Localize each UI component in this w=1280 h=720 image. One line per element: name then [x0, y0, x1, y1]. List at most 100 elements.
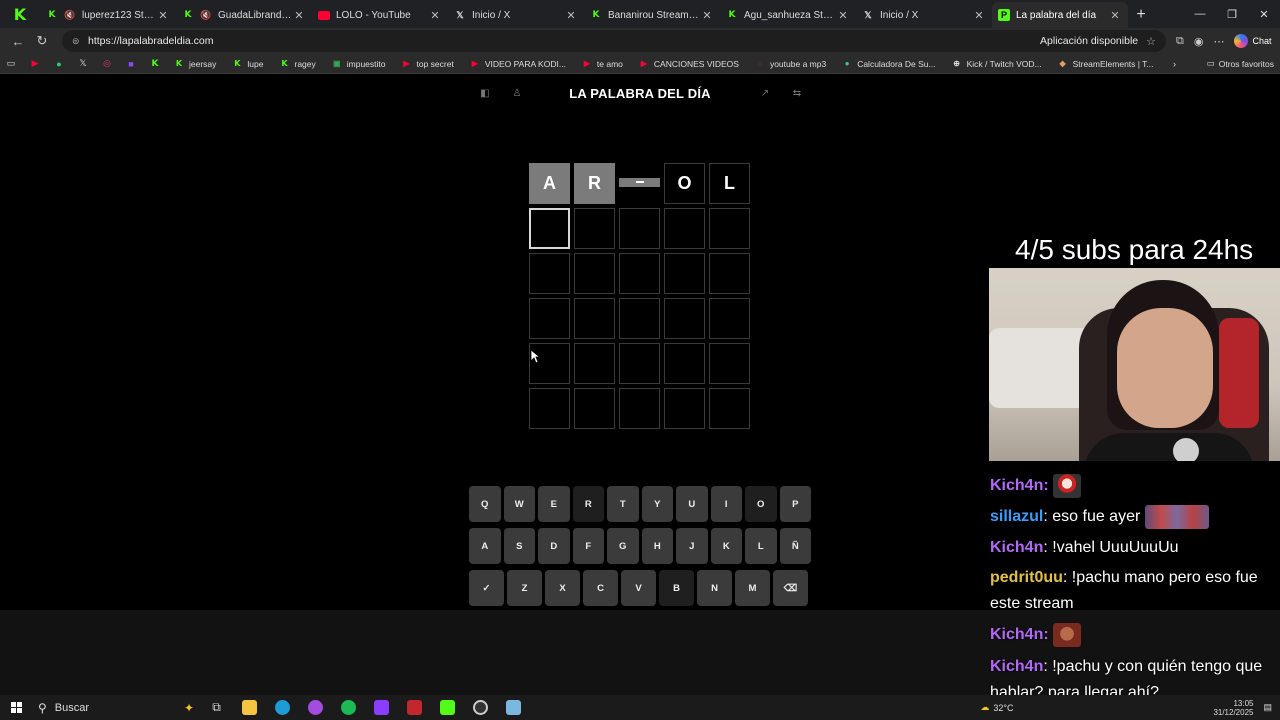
other-bookmarks[interactable]: ▭ Otros favoritos — [1207, 58, 1274, 69]
enter-key[interactable]: ✓ — [469, 570, 504, 606]
task-view-icon[interactable]: ⧉ — [200, 695, 233, 720]
canva-icon[interactable] — [365, 695, 398, 720]
key-a[interactable]: A — [469, 528, 501, 564]
tab-1[interactable]: K🔇GuadaLibrandi Stream✕ — [176, 2, 312, 28]
key-r[interactable]: R — [572, 486, 604, 522]
settings-icon[interactable]: ⇆ — [790, 86, 804, 100]
key-m[interactable]: M — [735, 570, 770, 606]
back-icon[interactable]: ← — [6, 29, 30, 53]
key-p[interactable]: P — [779, 486, 811, 522]
new-tab-button[interactable]: + — [1128, 2, 1154, 28]
start-button[interactable] — [0, 695, 32, 720]
bookmark-item[interactable]: Kjeersay — [174, 59, 217, 69]
close-tab-icon[interactable]: ✕ — [972, 9, 986, 22]
close-tab-icon[interactable]: ✕ — [564, 9, 578, 22]
bookmark-item[interactable]: Klupe — [232, 59, 263, 69]
close-tab-icon[interactable]: ✕ — [700, 9, 714, 22]
key-c[interactable]: C — [583, 570, 618, 606]
key-j[interactable]: J — [676, 528, 708, 564]
app-icon[interactable] — [497, 695, 530, 720]
key-d[interactable]: D — [538, 528, 570, 564]
copilot-chat-button[interactable]: Chat — [1234, 34, 1271, 48]
key-i[interactable]: I — [710, 486, 742, 522]
bookmark-item[interactable]: ● Calculadora De Su... — [842, 59, 936, 69]
key-l[interactable]: L — [745, 528, 777, 564]
key-e[interactable]: E — [538, 486, 570, 522]
close-tab-icon[interactable]: ✕ — [1108, 9, 1122, 22]
bookmark-folder-icon[interactable]: ▭ — [6, 58, 16, 69]
bookmark-item[interactable]: ▶ VIDEO PARA KODI... — [470, 59, 566, 69]
bookmark-item[interactable]: ◆ StreamElements | T... — [1058, 59, 1154, 69]
profile-icon[interactable]: ◉ — [1194, 35, 1204, 48]
bookmark-whatsapp-icon[interactable]: ● — [54, 59, 64, 69]
key-x[interactable]: X — [545, 570, 580, 606]
bookmark-item[interactable]: ◌ youtube a mp3 — [755, 59, 827, 69]
tile-current[interactable] — [529, 208, 570, 249]
minimize-icon[interactable]: — — [1184, 0, 1216, 28]
maximize-icon[interactable]: ❐ — [1216, 0, 1248, 28]
obs-icon[interactable] — [464, 695, 497, 720]
weather-icon[interactable]: ☁ — [980, 702, 989, 713]
file-explorer-icon[interactable] — [233, 695, 266, 720]
key-z[interactable]: Z — [507, 570, 542, 606]
bookmark-item[interactable]: ▶ CANCIONES VIDEOS — [639, 59, 739, 69]
messenger-icon[interactable] — [299, 695, 332, 720]
key-g[interactable]: G — [607, 528, 639, 564]
bookmark-youtube-icon[interactable]: ▶ — [30, 58, 40, 69]
key-w[interactable]: W — [503, 486, 535, 522]
key-t[interactable]: T — [607, 486, 639, 522]
favorite-star-icon[interactable]: ☆ — [1146, 35, 1156, 48]
key-q[interactable]: Q — [469, 486, 501, 522]
bookmark-item[interactable]: ▣ impuestito — [332, 59, 386, 69]
key-f[interactable]: F — [572, 528, 604, 564]
bookmark-x-icon[interactable]: 𝕏 — [78, 58, 88, 69]
stats-icon[interactable]: ↗ — [758, 86, 772, 100]
notifications-icon[interactable]: ▤ — [1263, 702, 1272, 713]
tab-6[interactable]: 𝕏 Inicio / X ✕ — [856, 2, 992, 28]
extensions-icon[interactable]: ⧉ — [1176, 35, 1184, 48]
bookmark-instagram-icon[interactable]: ◎ — [102, 58, 112, 69]
pinned-tab-kick[interactable]: K — [0, 0, 40, 28]
more-menu-icon[interactable]: ⋯ — [1213, 35, 1224, 48]
bookmark-kick-icon[interactable]: K — [150, 59, 160, 69]
close-tab-icon[interactable]: ✕ — [836, 9, 850, 22]
key-k[interactable]: K — [710, 528, 742, 564]
bookmark-item[interactable]: ⊕ Kick / Twitch VOD... — [952, 59, 1041, 69]
voicemod-icon[interactable] — [398, 695, 431, 720]
bookmark-item[interactable]: ▶ te amo — [582, 59, 623, 69]
refresh-icon[interactable]: ↻ — [30, 29, 54, 53]
close-tab-icon[interactable]: ✕ — [428, 9, 442, 22]
key-ñ[interactable]: Ñ — [779, 528, 811, 564]
bookmark-twitch-icon[interactable]: ■ — [126, 59, 136, 69]
tab-2[interactable]: LOLO - YouTube ✕ — [312, 2, 448, 28]
url-field[interactable]: ⊜ https://lapalabradeldia.com Aplicación… — [62, 30, 1166, 52]
key-v[interactable]: V — [621, 570, 656, 606]
key-h[interactable]: H — [641, 528, 673, 564]
clock[interactable]: 13:05 31/12/2025 — [1213, 699, 1253, 717]
key-o[interactable]: O — [745, 486, 777, 522]
tab-5[interactable]: KAgu_sanhueza Stream - W✕ — [720, 2, 856, 28]
app-available-label[interactable]: Aplicación disponible — [1040, 35, 1138, 47]
spotify-icon[interactable] — [332, 695, 365, 720]
key-y[interactable]: Y — [641, 486, 673, 522]
close-tab-icon[interactable]: ✕ — [292, 9, 306, 22]
kick-app-icon[interactable] — [431, 695, 464, 720]
edge-icon[interactable] — [266, 695, 299, 720]
tab-7-active[interactable]: P La palabra del día ✕ — [992, 2, 1128, 28]
tab-0[interactable]: K🔇luperez123 Stream - W✕ — [40, 2, 176, 28]
site-info-icon[interactable]: ⊜ — [72, 36, 82, 47]
key-b[interactable]: B — [659, 570, 694, 606]
muted-icon[interactable]: 🔇 — [64, 9, 76, 21]
muted-icon[interactable]: 🔇 — [200, 9, 212, 21]
backspace-key[interactable]: ⌫ — [773, 570, 808, 606]
tab-4[interactable]: KBananirou Stream - Watch L✕ — [584, 2, 720, 28]
close-window-icon[interactable]: ✕ — [1248, 0, 1280, 28]
key-n[interactable]: N — [697, 570, 732, 606]
taskbar-search[interactable]: ⚲ Buscar ✦ — [32, 695, 200, 720]
key-s[interactable]: S — [503, 528, 535, 564]
close-tab-icon[interactable]: ✕ — [156, 9, 170, 22]
tab-3[interactable]: 𝕏 Inicio / X ✕ — [448, 2, 584, 28]
key-u[interactable]: U — [676, 486, 708, 522]
bookmark-item[interactable]: ▶ top secret — [402, 59, 453, 69]
bookmark-item[interactable]: Kragey — [279, 59, 315, 69]
